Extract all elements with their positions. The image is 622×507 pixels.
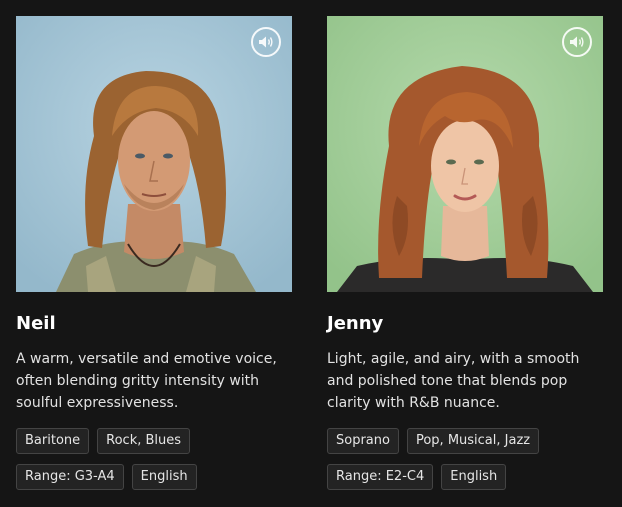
speaker-volume-icon[interactable] [251, 27, 281, 57]
voice-card-neil[interactable]: Neil A warm, versatile and emotive voice… [16, 16, 292, 490]
tag-range[interactable]: Range: E2-C4 [327, 464, 434, 490]
voice-gallery: Neil A warm, versatile and emotive voice… [0, 0, 622, 507]
tag-range[interactable]: Range: G3-A4 [16, 464, 124, 490]
voice-name: Jenny [327, 313, 384, 334]
voice-card-jenny[interactable]: Jenny Light, agile, and airy, with a smo… [327, 16, 603, 490]
portrait-neil-image [16, 16, 292, 292]
speaker-volume-icon[interactable] [562, 27, 592, 57]
voice-description: A warm, versatile and emotive voice, oft… [16, 351, 277, 411]
tag-voice-type[interactable]: Soprano [327, 428, 399, 454]
tag-language[interactable]: English [441, 464, 507, 490]
voice-tags: Baritone Rock, Blues Range: G3-A4 Englis… [16, 428, 292, 490]
voice-description: Light, agile, and airy, with a smooth an… [327, 351, 580, 411]
voice-tags: Soprano Pop, Musical, Jazz Range: E2-C4 … [327, 428, 603, 490]
tag-language[interactable]: English [131, 464, 197, 490]
voice-name: Neil [16, 313, 56, 334]
voice-portrait[interactable] [16, 16, 292, 292]
tag-genres[interactable]: Rock, Blues [97, 428, 191, 454]
tag-voice-type[interactable]: Baritone [16, 428, 90, 454]
voice-portrait[interactable] [327, 16, 603, 292]
portrait-jenny-image [327, 16, 603, 292]
tag-genres[interactable]: Pop, Musical, Jazz [406, 428, 540, 454]
